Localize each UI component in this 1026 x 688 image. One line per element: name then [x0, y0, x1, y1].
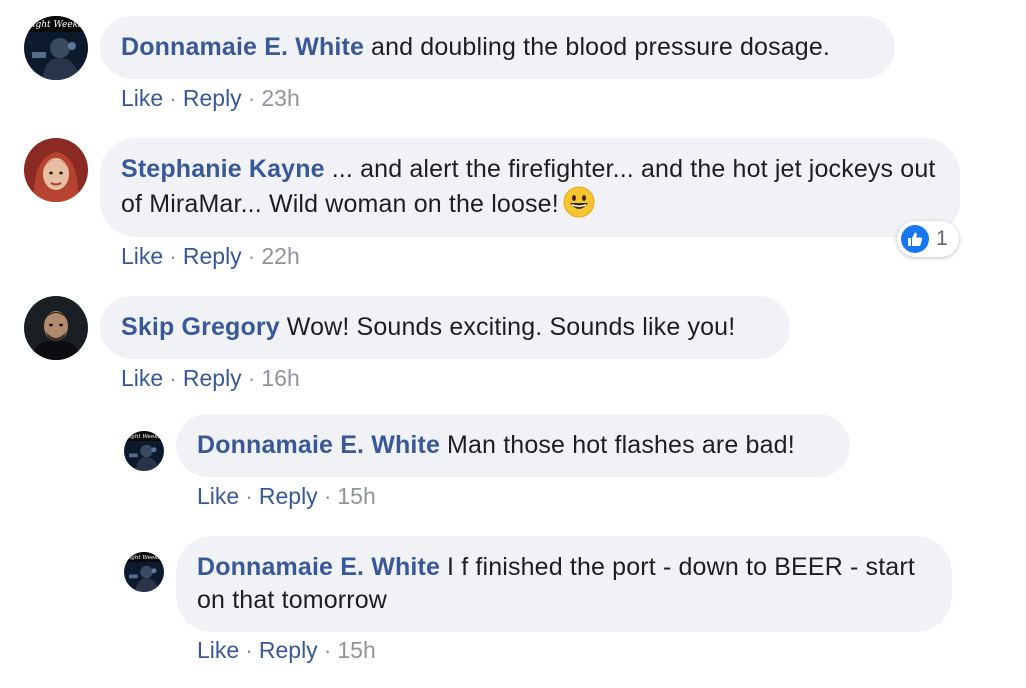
grinning-face-emoji: [563, 186, 595, 218]
avatar[interactable]: Eight Weeks: [124, 431, 164, 471]
profile-photo-icon: [24, 138, 88, 202]
reaction-count: 1: [936, 227, 948, 250]
comment-text: Wow! Sounds exciting. Sounds like you!: [286, 313, 736, 341]
author-name[interactable]: Skip Gregory: [121, 313, 280, 341]
comment-bubble: Donnamaie E. White I f finished the port …: [176, 536, 952, 632]
profile-photo-icon: Eight Weeks: [124, 552, 164, 592]
comment-actions: Like · Reply · 23h: [121, 84, 300, 112]
profile-photo-icon: [24, 296, 88, 360]
separator: ·: [245, 483, 253, 509]
timestamp[interactable]: 15h: [337, 483, 375, 509]
comment-bubble: Skip Gregory Wow! Sounds exciting. Sounds…: [100, 296, 790, 359]
avatar-badge: Eight Weeks: [124, 555, 160, 561]
comment-actions: Like · Reply · 22h: [121, 242, 300, 270]
avatar[interactable]: [24, 138, 88, 202]
comment-text: and doubling the blood pressure dosage.: [371, 33, 830, 61]
like-link[interactable]: Like: [121, 243, 163, 269]
avatar-badge: Eight Weeks: [25, 20, 83, 30]
profile-photo-icon: Eight Weeks: [124, 431, 164, 471]
timestamp[interactable]: 23h: [261, 85, 299, 111]
comment-bubble: Donnamaie E. White Man those hot flashes …: [176, 414, 850, 477]
separator: ·: [247, 365, 256, 391]
author-name[interactable]: Donnamaie E. White: [197, 553, 440, 581]
reaction-badge[interactable]: 1: [897, 221, 959, 257]
reply-link[interactable]: Reply: [183, 243, 242, 269]
timestamp[interactable]: 22h: [261, 243, 299, 269]
separator: ·: [169, 243, 177, 269]
like-link[interactable]: Like: [121, 85, 163, 111]
author-name[interactable]: Stephanie Kayne: [121, 155, 325, 183]
like-link[interactable]: Like: [197, 483, 239, 509]
separator: ·: [169, 85, 177, 111]
timestamp[interactable]: 15h: [337, 637, 375, 663]
avatar[interactable]: Eight Weeks: [124, 552, 164, 592]
profile-photo-icon: Eight Weeks: [24, 16, 88, 80]
comment-actions: Like · Reply · 16h: [121, 364, 300, 392]
reply-link[interactable]: Reply: [183, 365, 242, 391]
comment-bubble: Donnamaie E. White and doubling the blood…: [100, 16, 895, 79]
separator: ·: [245, 637, 253, 663]
reply-link[interactable]: Reply: [259, 637, 318, 663]
comment-actions: Like · Reply · 15h: [197, 636, 376, 664]
comment-bubble: Stephanie Kayne... and alert the firefig…: [100, 138, 960, 237]
separator: ·: [323, 483, 332, 509]
like-link[interactable]: Like: [197, 637, 239, 663]
comment-actions: Like · Reply · 15h: [197, 482, 376, 510]
like-link[interactable]: Like: [121, 365, 163, 391]
separator: ·: [169, 365, 177, 391]
thumbs-up-icon: [901, 225, 929, 253]
separator: ·: [247, 243, 256, 269]
avatar[interactable]: [24, 296, 88, 360]
reply-link[interactable]: Reply: [259, 483, 318, 509]
comment-text: Man those hot flashes are bad!: [447, 431, 795, 459]
separator: ·: [247, 85, 256, 111]
avatar-badge: Eight Weeks: [124, 434, 160, 440]
separator: ·: [323, 637, 332, 663]
author-name[interactable]: Donnamaie E. White: [121, 33, 364, 61]
author-name[interactable]: Donnamaie E. White: [197, 431, 440, 459]
timestamp[interactable]: 16h: [261, 365, 299, 391]
avatar[interactable]: Eight Weeks: [24, 16, 88, 80]
reply-link[interactable]: Reply: [183, 85, 242, 111]
